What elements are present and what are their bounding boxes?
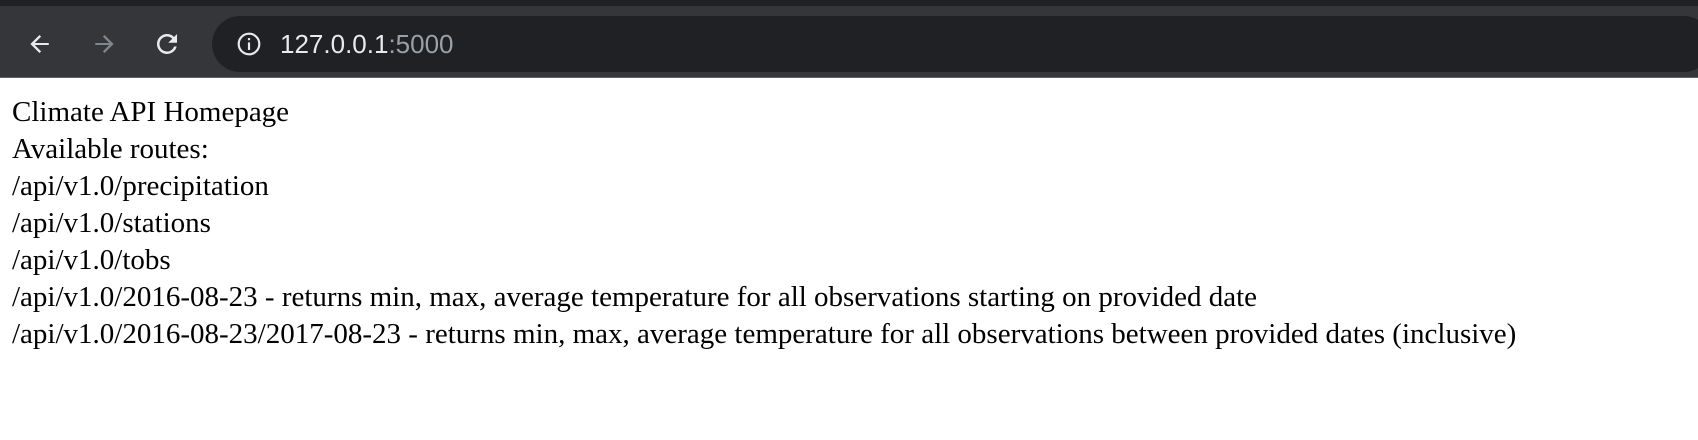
back-arrow-icon — [30, 35, 49, 53]
routes-heading: Available routes: — [12, 133, 209, 165]
forward-arrow-icon — [95, 35, 114, 53]
page-content: Climate API Homepage Available routes: /… — [12, 94, 1516, 353]
route-date-range: /api/v1.0/2016-08-23/2017-08-23 - return… — [12, 318, 1517, 350]
route-tobs: /api/v1.0/tobs — [12, 244, 171, 276]
forward-button[interactable] — [82, 22, 126, 66]
reload-button[interactable] — [145, 22, 189, 66]
address-bar[interactable]: 127.0.0.1:5000 — [212, 16, 1698, 72]
page-title: Climate API Homepage — [12, 96, 290, 128]
back-button[interactable] — [18, 22, 62, 66]
info-circle-icon — [237, 32, 261, 56]
reload-icon — [156, 33, 177, 54]
url-host: 127.0.0.1 — [280, 29, 389, 59]
route-precipitation: /api/v1.0/precipitation — [12, 170, 269, 202]
browser-toolbar: 127.0.0.1:5000 — [0, 0, 1698, 78]
url-text[interactable]: 127.0.0.1:5000 — [280, 29, 454, 59]
route-stations: /api/v1.0/stations — [12, 207, 211, 239]
info-icon[interactable] — [236, 31, 262, 57]
url-port: :5000 — [388, 29, 454, 59]
route-start-date: /api/v1.0/2016-08-23 - returns min, max,… — [12, 281, 1258, 313]
